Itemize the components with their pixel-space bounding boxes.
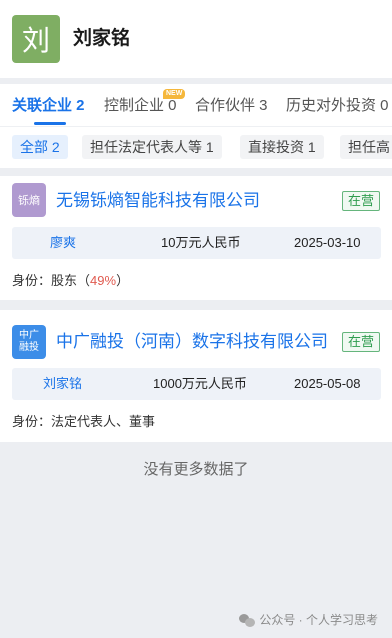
active-tab-indicator xyxy=(34,122,66,125)
tab-historical-investments[interactable]: 历史对外投资 0 xyxy=(286,96,389,116)
no-more-data: 没有更多数据了 xyxy=(143,461,249,478)
wechat-icon xyxy=(239,613,256,627)
tab-bar: 关联企业 2 控制企业 0 NEW 合作伙伴 3 历史对外投资 0 xyxy=(0,84,392,126)
tab-related-companies[interactable]: 关联企业 2 xyxy=(12,96,85,116)
established-date: 2025-03-10 xyxy=(294,235,361,250)
role-close: ） xyxy=(116,273,130,288)
filter-chips: 全部 2 担任法定代表人等 1 直接投资 1 担任高 xyxy=(0,126,392,168)
role-label: 身份： xyxy=(12,414,52,429)
watermark: 公众号 · 个人学习思考 xyxy=(239,612,378,628)
role-line: 身份：股东（49%） xyxy=(12,272,129,290)
new-badge: NEW xyxy=(163,89,186,99)
company-info-row: 刘家铭 1000万元人民币 2025-05-08 xyxy=(12,368,381,400)
role-label: 身份： xyxy=(12,273,52,288)
established-date: 2025-05-08 xyxy=(294,376,361,391)
registered-capital: 10万元人民币 xyxy=(161,235,241,250)
registered-capital: 1000万元人民币 xyxy=(153,376,247,391)
company-logo: 中广 融投 xyxy=(12,325,46,359)
tab-controlled-companies[interactable]: 控制企业 0 xyxy=(104,96,177,116)
share-percent: 49% xyxy=(90,273,117,288)
company-info-row: 廖爽 10万元人民币 2025-03-10 xyxy=(12,227,381,259)
company-logo-text: 中广 融投 xyxy=(19,330,39,353)
legal-rep-link[interactable]: 刘家铭 xyxy=(43,368,82,400)
filter-legal-rep[interactable]: 担任法定代表人等 1 xyxy=(82,135,222,159)
company-name[interactable]: 中广融投（河南）数字科技有限公司 xyxy=(56,331,328,353)
role-value: 股东（ xyxy=(51,273,91,288)
status-badge: 在营 xyxy=(341,332,380,352)
person-name: 刘家铭 xyxy=(73,28,131,49)
filter-senior-role[interactable]: 担任高 xyxy=(340,135,392,159)
company-card[interactable]: 铄熵 无锡铄熵智能科技有限公司 在营 廖爽 10万元人民币 2025-03-10… xyxy=(0,176,392,300)
profile-header: 刘 刘家铭 xyxy=(0,0,392,78)
company-card[interactable]: 中广 融投 中广融投（河南）数字科技有限公司 在营 刘家铭 1000万元人民币 … xyxy=(0,310,392,442)
filter-direct-investment[interactable]: 直接投资 1 xyxy=(240,135,324,159)
tab-partners[interactable]: 合作伙伴 3 xyxy=(195,96,268,116)
watermark-text: 公众号 · 个人学习思考 xyxy=(259,613,378,627)
filter-all[interactable]: 全部 2 xyxy=(12,135,68,159)
legal-rep-link[interactable]: 廖爽 xyxy=(50,227,76,259)
avatar: 刘 xyxy=(12,15,60,63)
company-logo: 铄熵 xyxy=(12,183,46,217)
company-name[interactable]: 无锡铄熵智能科技有限公司 xyxy=(56,190,260,212)
status-badge: 在营 xyxy=(341,191,380,211)
role-line: 身份：法定代表人、董事 xyxy=(12,413,155,431)
role-value: 法定代表人、董事 xyxy=(51,414,156,429)
